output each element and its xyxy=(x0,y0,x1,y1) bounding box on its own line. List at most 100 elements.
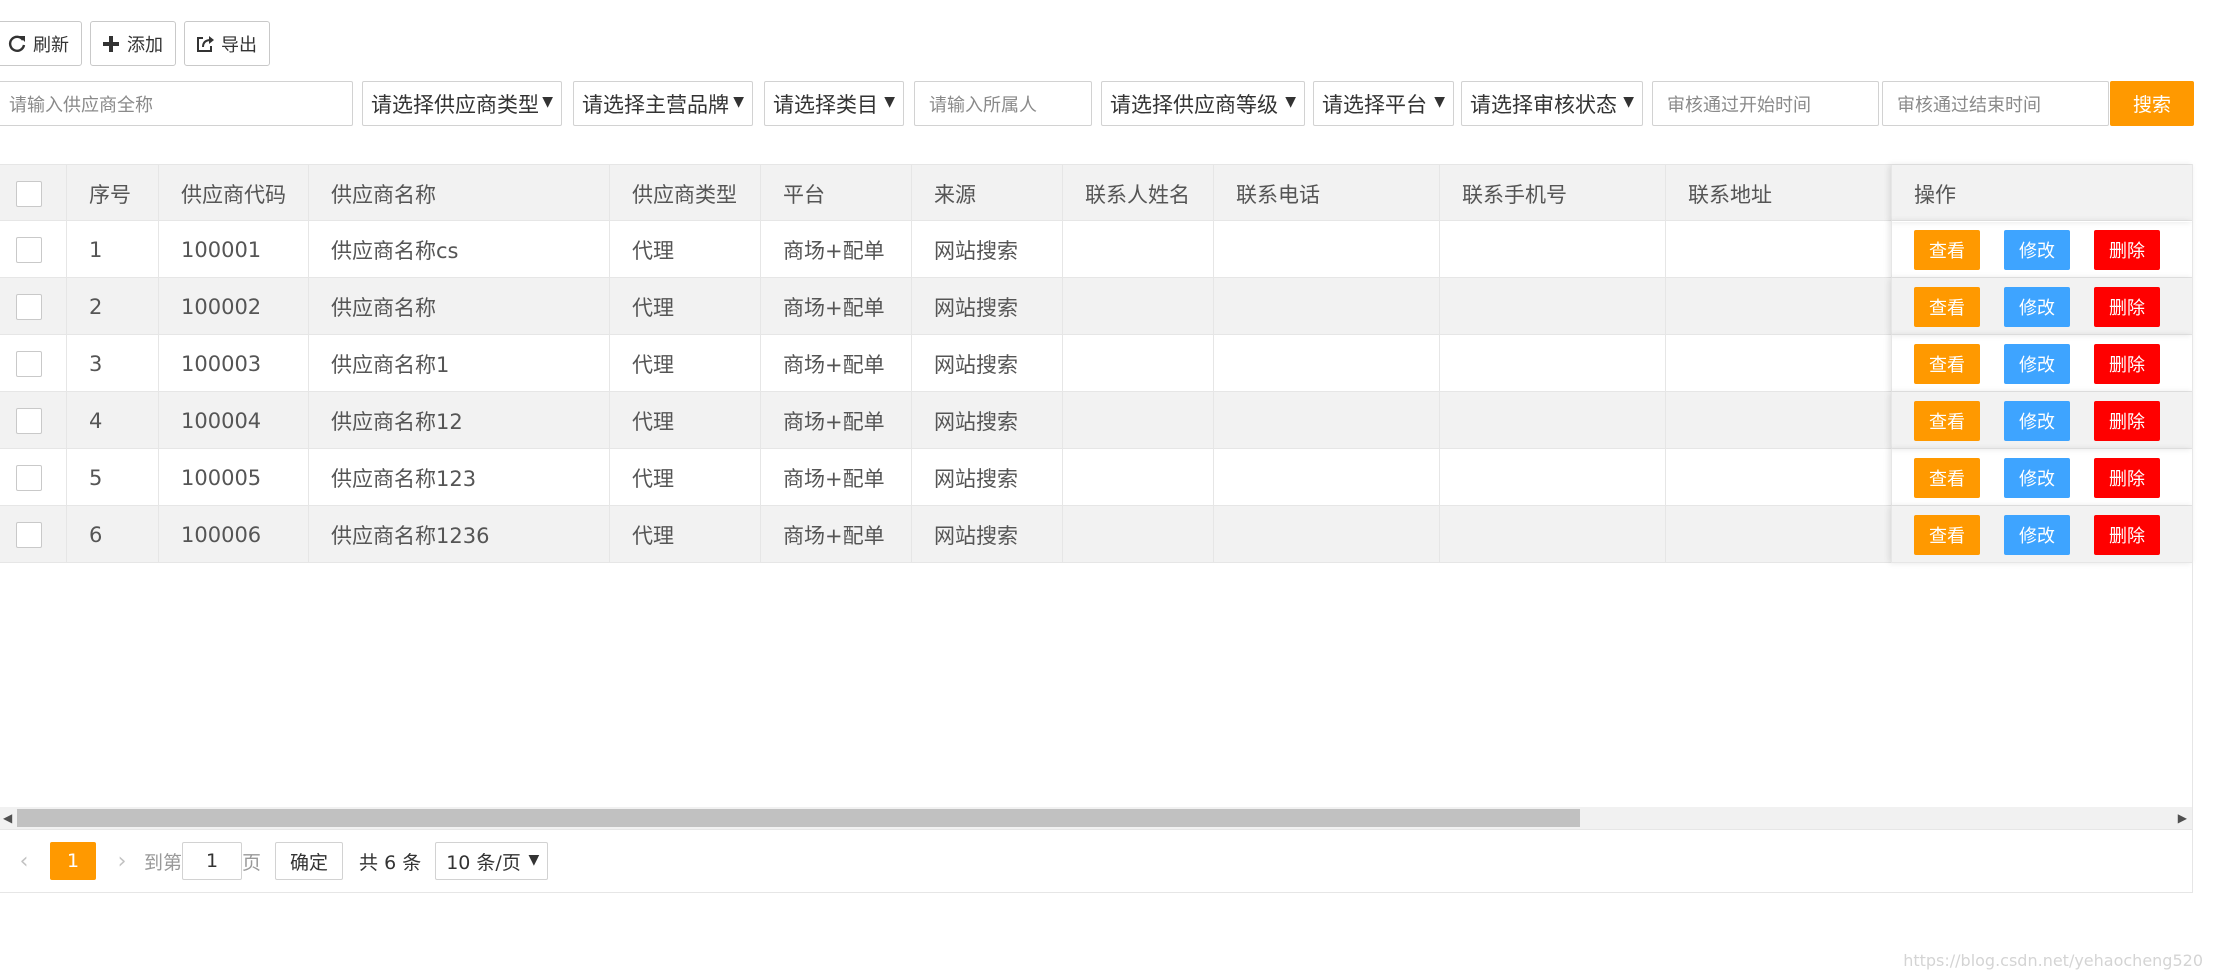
view-button[interactable]: 查看 xyxy=(1914,458,1980,498)
view-button[interactable]: 查看 xyxy=(1914,401,1980,441)
refresh-icon xyxy=(7,34,27,54)
header-checkbox-cell xyxy=(0,165,67,222)
cell-source: 网站搜索 xyxy=(912,278,1063,335)
total-count: 共 6 条 xyxy=(359,848,421,875)
cell-contact-phone xyxy=(1214,506,1440,563)
export-button[interactable]: 导出 xyxy=(184,21,270,66)
audit-start-date-input[interactable]: 审核通过开始时间 xyxy=(1652,81,1879,126)
scrollbar-thumb[interactable] xyxy=(17,809,1580,827)
row-ops: 查看修改删除 xyxy=(1891,278,2193,335)
delete-button[interactable]: 删除 xyxy=(2094,515,2160,555)
header-name[interactable]: 供应商名称 xyxy=(309,165,610,222)
audit-start-placeholder: 审核通过开始时间 xyxy=(1667,91,1811,117)
goto-page-input[interactable]: 1 xyxy=(182,842,242,880)
delete-button[interactable]: 删除 xyxy=(2094,458,2160,498)
scroll-left-icon[interactable]: ◀ xyxy=(3,811,12,825)
cell-platform: 商场+配单 xyxy=(761,278,912,335)
next-page-icon[interactable]: › xyxy=(110,849,134,873)
view-button[interactable]: 查看 xyxy=(1914,230,1980,270)
table-row[interactable]: 3100003供应商名称1代理商场+配单网站搜索查看修改删除 xyxy=(0,335,2193,392)
divider xyxy=(0,892,2193,893)
select-all-checkbox[interactable] xyxy=(16,181,42,207)
platform-select[interactable]: 请选择平台 ▼ xyxy=(1313,81,1454,126)
scroll-right-icon[interactable]: ▶ xyxy=(2178,811,2187,825)
audit-status-select[interactable]: 请选择审核状态 ▼ xyxy=(1461,81,1643,126)
cell-name: 供应商名称12 xyxy=(309,392,610,449)
row-checkbox-cell xyxy=(0,221,67,278)
header-contact-mobile[interactable]: 联系手机号 xyxy=(1440,165,1666,222)
row-checkbox[interactable] xyxy=(16,522,42,548)
cell-contact-address xyxy=(1666,221,1892,278)
table-row[interactable]: 6100006供应商名称1236代理商场+配单网站搜索查看修改删除 xyxy=(0,506,2193,563)
edit-button[interactable]: 修改 xyxy=(2004,287,2070,327)
cell-index: 5 xyxy=(67,449,159,506)
header-source[interactable]: 来源 xyxy=(912,165,1063,222)
edit-button[interactable]: 修改 xyxy=(2004,458,2070,498)
search-label: 搜索 xyxy=(2133,90,2171,117)
toolbar: 刷新 添加 导出 xyxy=(0,21,270,66)
delete-button[interactable]: 删除 xyxy=(2094,344,2160,384)
edit-button[interactable]: 修改 xyxy=(2004,230,2070,270)
refresh-button[interactable]: 刷新 xyxy=(0,21,82,66)
header-contact-name[interactable]: 联系人姓名 xyxy=(1063,165,1214,222)
prev-page-icon[interactable]: ‹ xyxy=(12,849,36,873)
view-button[interactable]: 查看 xyxy=(1914,344,1980,384)
header-type[interactable]: 供应商类型 xyxy=(610,165,761,222)
owner-input[interactable]: 请输入所属人 xyxy=(914,81,1092,126)
supplier-name-input[interactable]: 请输入供应商全称 xyxy=(0,81,353,126)
row-checkbox[interactable] xyxy=(16,237,42,263)
horizontal-scrollbar[interactable]: ◀ ▶ xyxy=(0,807,2193,829)
watermark: https://blog.csdn.net/yehaocheng520 xyxy=(1903,951,2203,970)
view-button[interactable]: 查看 xyxy=(1914,287,1980,327)
main-brand-select[interactable]: 请选择主营品牌 ▼ xyxy=(573,81,753,126)
header-platform[interactable]: 平台 xyxy=(761,165,912,222)
cell-type: 代理 xyxy=(610,449,761,506)
cell-code: 100002 xyxy=(159,278,309,335)
row-checkbox[interactable] xyxy=(16,465,42,491)
delete-button[interactable]: 删除 xyxy=(2094,401,2160,441)
table-header-row: 序号 供应商代码 供应商名称 供应商类型 平台 来源 联系人姓名 联系电话 联系… xyxy=(0,164,2193,221)
cell-name: 供应商名称1 xyxy=(309,335,610,392)
row-checkbox[interactable] xyxy=(16,294,42,320)
supplier-level-value: 请选择供应商等级 xyxy=(1110,89,1278,119)
category-value: 请选择类目 xyxy=(773,89,878,119)
cell-contact-address xyxy=(1666,335,1892,392)
table-row[interactable]: 1100001供应商名称cs代理商场+配单网站搜索查看修改删除 xyxy=(0,221,2193,278)
header-ops-label: 操作 xyxy=(1914,179,1956,209)
edit-button[interactable]: 修改 xyxy=(2004,401,2070,441)
row-checkbox[interactable] xyxy=(16,408,42,434)
table-row[interactable]: 4100004供应商名称12代理商场+配单网站搜索查看修改删除 xyxy=(0,392,2193,449)
main-brand-value: 请选择主营品牌 xyxy=(582,89,729,119)
caret-down-icon: ▼ xyxy=(1623,94,1634,110)
export-label: 导出 xyxy=(221,31,257,57)
delete-button[interactable]: 删除 xyxy=(2094,287,2160,327)
header-contact-address[interactable]: 联系地址 xyxy=(1666,165,1892,222)
page-size-select[interactable]: 10 条/页 ▼ xyxy=(435,842,548,880)
edit-button[interactable]: 修改 xyxy=(2004,515,2070,555)
header-index[interactable]: 序号 xyxy=(67,165,159,222)
page-1-button[interactable]: 1 xyxy=(50,842,96,880)
search-button[interactable]: 搜索 xyxy=(2110,81,2194,126)
header-code[interactable]: 供应商代码 xyxy=(159,165,309,222)
cell-index: 3 xyxy=(67,335,159,392)
cell-type: 代理 xyxy=(610,506,761,563)
add-button[interactable]: 添加 xyxy=(90,21,176,66)
cell-name: 供应商名称 xyxy=(309,278,610,335)
add-label: 添加 xyxy=(127,31,163,57)
cell-contact-name xyxy=(1063,335,1214,392)
table-row[interactable]: 2100002供应商名称代理商场+配单网站搜索查看修改删除 xyxy=(0,278,2193,335)
table-row[interactable]: 5100005供应商名称123代理商场+配单网站搜索查看修改删除 xyxy=(0,449,2193,506)
cell-type: 代理 xyxy=(610,392,761,449)
cell-contact-phone xyxy=(1214,335,1440,392)
supplier-type-select[interactable]: 请选择供应商类型 ▼ xyxy=(362,81,562,126)
audit-end-date-input[interactable]: 审核通过结束时间 xyxy=(1882,81,2109,126)
row-checkbox[interactable] xyxy=(16,351,42,377)
edit-button[interactable]: 修改 xyxy=(2004,344,2070,384)
delete-button[interactable]: 删除 xyxy=(2094,230,2160,270)
view-button[interactable]: 查看 xyxy=(1914,515,1980,555)
header-contact-phone[interactable]: 联系电话 xyxy=(1214,165,1440,222)
caret-down-icon: ▼ xyxy=(733,94,744,110)
supplier-level-select[interactable]: 请选择供应商等级 ▼ xyxy=(1101,81,1305,126)
goto-confirm-button[interactable]: 确定 xyxy=(275,842,343,880)
category-select[interactable]: 请选择类目 ▼ xyxy=(764,81,904,126)
